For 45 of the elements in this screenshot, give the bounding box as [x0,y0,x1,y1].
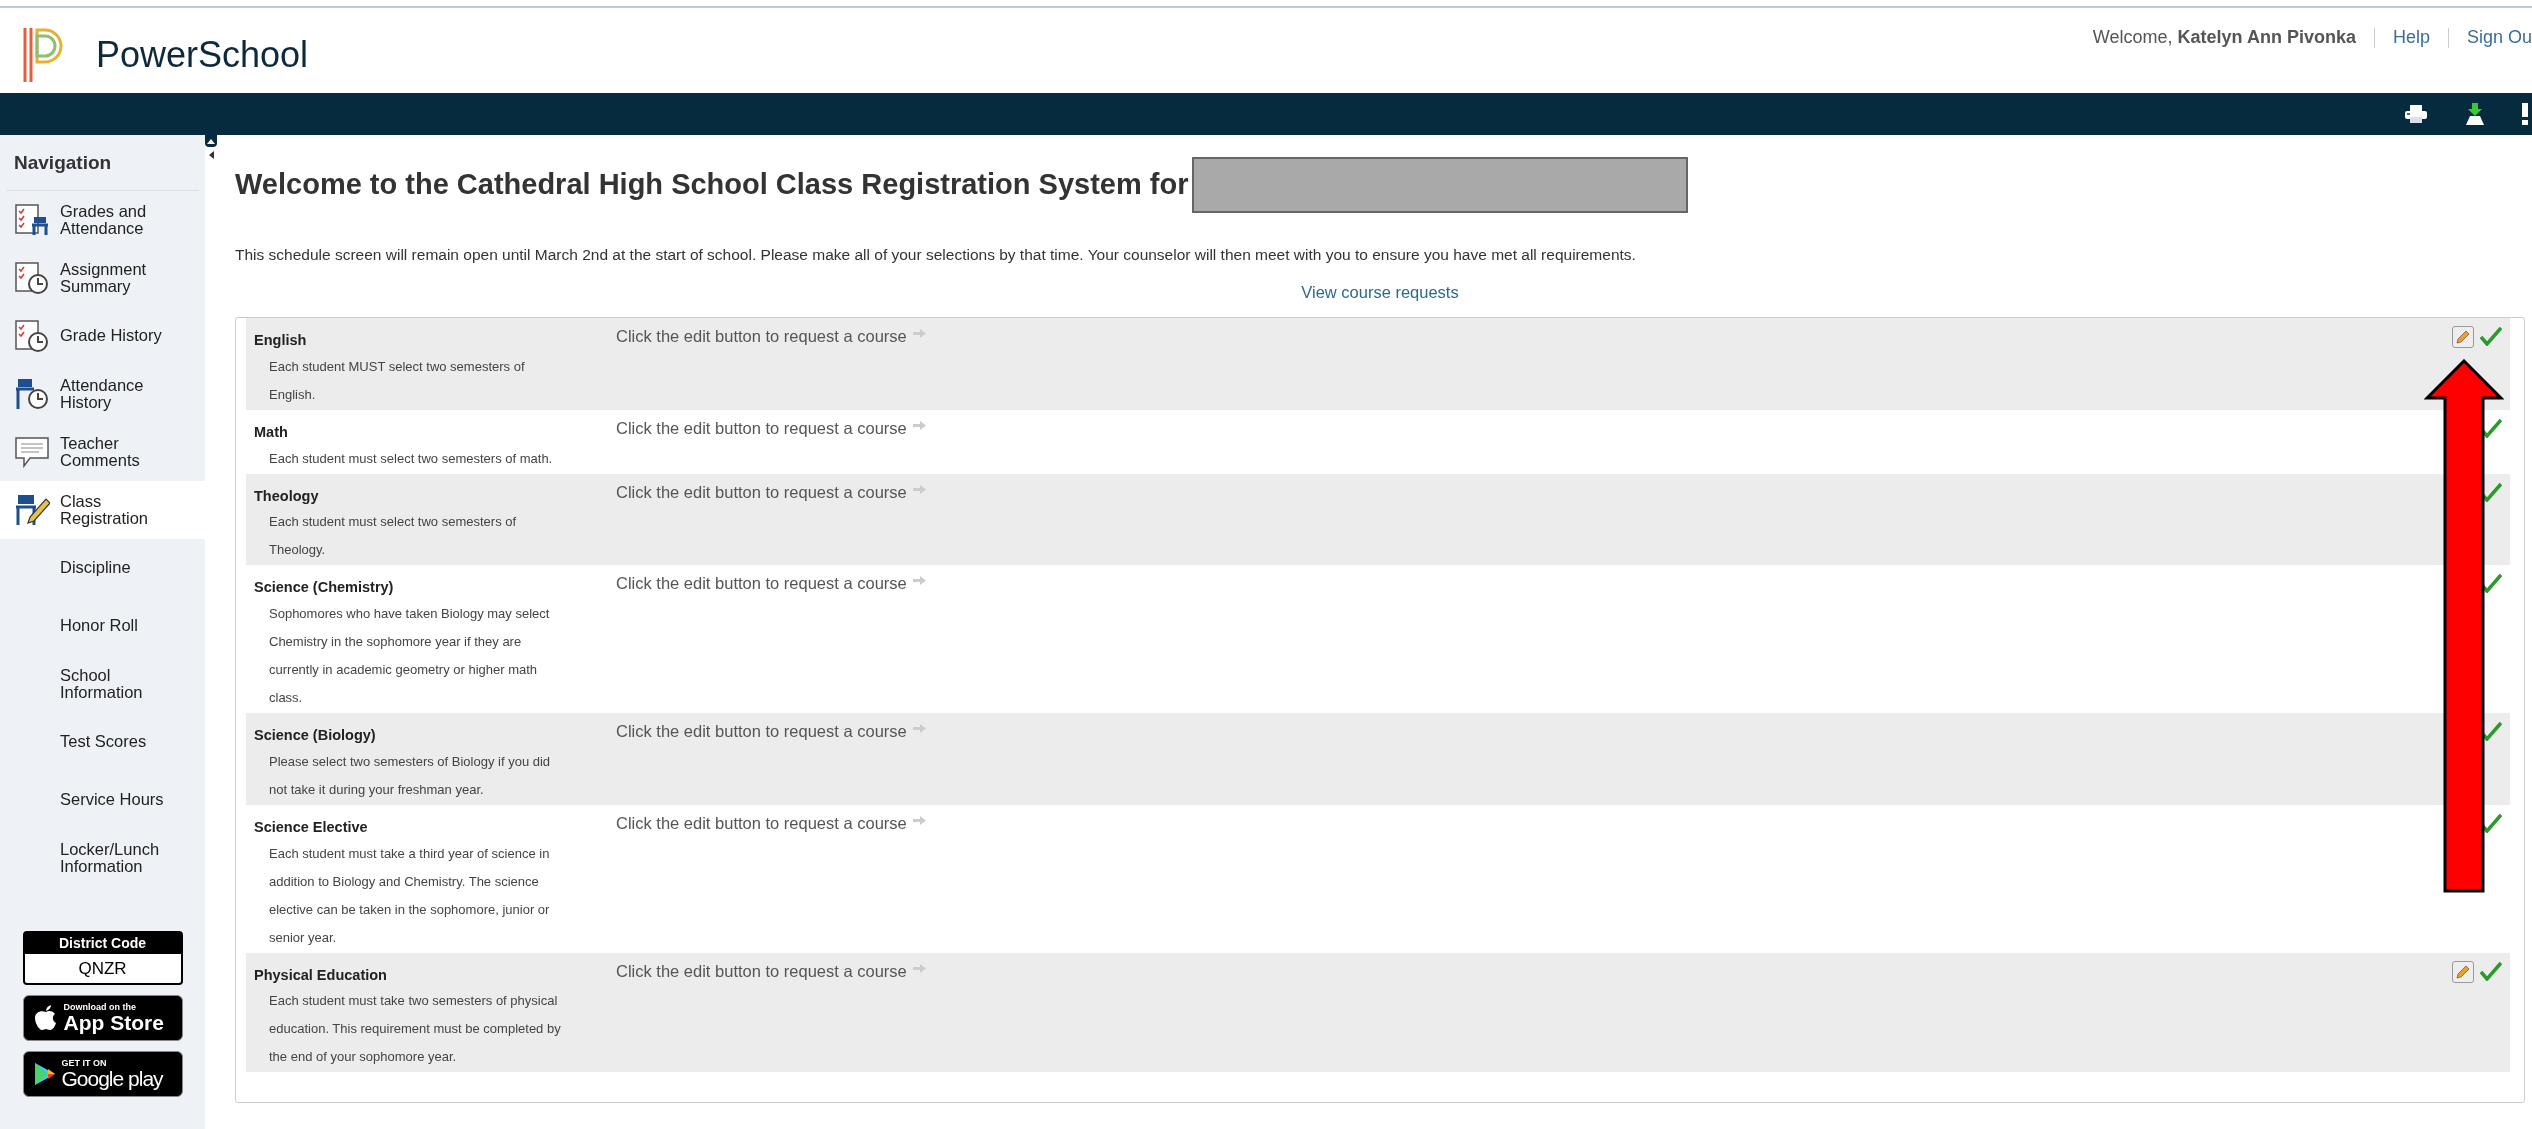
nav-item[interactable]: Teacher Comments [0,422,205,481]
logo-text: PowerSchool [96,33,309,77]
course-description: Each student must take two semesters of physical education. This requirement must be completed by the end of your sophomore year. [269,992,562,1067]
course-name: Science Elective [254,817,369,837]
nav-item[interactable]: Grade History [0,306,205,365]
course-name: English [254,331,308,350]
page-title: Welcome to the Cathedral High School Class Registration System for [235,167,1189,203]
request-prompt: Click the edit button to request a course [616,573,907,595]
nav-item[interactable]: Class Registration [0,480,205,539]
nav-item[interactable]: Attendance History [0,364,205,423]
notice-text: This schedule screen will remain open until March 2nd at the start of school. Please make all of your selections by that time. Your counselor will then meet with you to ensure you have met all requirements. [235,245,1637,265]
sidebar-title: Navigation [6,135,199,191]
request-prompt: Click the edit button to request a course [616,326,907,347]
nav-item[interactable]: School Information [0,654,205,713]
request-prompt: Click the edit button to request a course [616,960,907,982]
nav-item[interactable]: Test Scores [0,712,205,771]
course-name: Physical Education [254,965,388,985]
header-link[interactable]: Sign Ou [2466,24,2532,51]
course-description: Sophomores who have taken Biology may select Chemistry in the sophomore year if they are currently in academic geometry or higher math class. [269,605,551,707]
view-course-requests-link[interactable]: View course requests [1301,280,1459,305]
course-description: Each student must take a third year of science in addition to Biology and Chemistry. The science elective can be taken in the sophomore, junior or senior year. [269,844,551,947]
request-prompt: Click the edit button to request a course [616,721,907,742]
nav-item[interactable]: Discipline [0,538,205,597]
app-store-badge[interactable]: Download on the App Store [22,995,183,1041]
course-description: Each student must select two semesters of Theology. [269,513,518,560]
nav-item[interactable]: Assignment Summary [0,248,205,307]
course-description: Each student MUST select two semesters of English. [269,357,526,404]
request-prompt: Click the edit button to request a course [616,812,907,834]
course-name: Science (Biology) [254,726,377,745]
request-prompt: Click the edit button to request a course [616,417,907,439]
nav-item[interactable]: Grades and Attendance [0,190,205,249]
course-description: Please select two semesters of Biology if you did not take it during your freshman year. [269,752,552,799]
nav-item[interactable]: Locker/Lunch Information [0,828,205,887]
request-prompt: Click the edit button to request a course [616,481,907,503]
welcome-text: Welcome, Katelyn Ann Pivonka [2092,26,2356,49]
course-name: Theology [254,486,320,506]
nav-item[interactable]: Service Hours [0,770,205,829]
nav-item[interactable]: Honor Roll [0,596,205,655]
district-code-value: QNZR [78,957,127,980]
course-description: Each student must select two semesters of math. [269,449,554,468]
district-code-label: District Code [24,932,181,954]
course-name: Math [254,422,289,442]
course-name: Science (Chemistry) [254,578,395,598]
header-link[interactable]: Help [2392,24,2430,51]
google-play-badge[interactable]: GET IT ON Google play [22,1051,183,1097]
